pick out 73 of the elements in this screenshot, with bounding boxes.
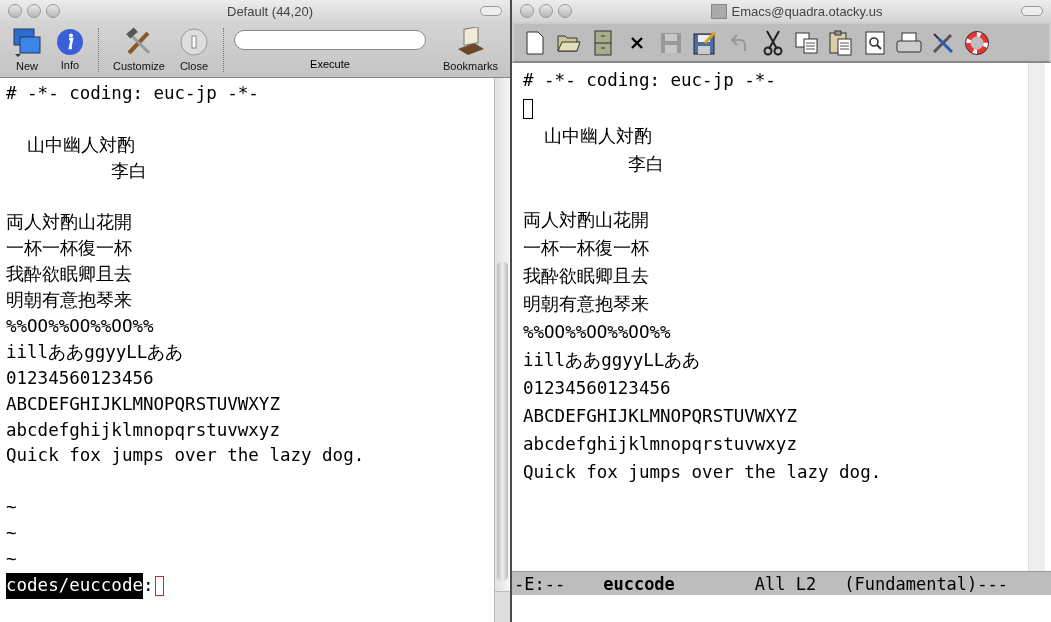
text-line: ABCDEFGHIJKLMNOPQRSTUVWXYZ (523, 405, 798, 428)
zoom-window-button[interactable] (46, 4, 60, 18)
scrollbar-thumb[interactable] (497, 261, 508, 581)
wrench-screwdriver-icon (931, 30, 955, 55)
prompt-path: codes/euccode (6, 572, 143, 599)
text-line: iillああggyyLLああ (6, 340, 185, 364)
text-line: 明朝有意抱琴来 (523, 293, 650, 316)
customize-button[interactable]: Customize (109, 27, 169, 72)
minimize-window-button[interactable] (539, 4, 553, 18)
window-title: Default (44,20) (226, 3, 314, 19)
close-window-button[interactable] (8, 4, 22, 18)
text-line: 一杯一杯復一杯 (6, 237, 133, 261)
empty-line-marker: ~ (6, 497, 17, 518)
minimize-window-button[interactable] (27, 4, 41, 18)
undo-icon (731, 32, 747, 53)
info-icon (56, 28, 84, 56)
text-line: 我酔欲眠卿且去 (6, 263, 133, 287)
execute-field[interactable] (233, 29, 426, 50)
text-line: # -*- coding: euc-jp -*- (6, 82, 260, 105)
toolbar-toggle-button[interactable] (480, 6, 502, 16)
folder-icon (557, 32, 581, 53)
mode-line-status: -E:-- (514, 573, 566, 594)
text-line: Quick fox jumps over the lazy dog. (523, 461, 883, 484)
buffer-position: All L2 (754, 573, 817, 594)
text-line: 山中幽人対酌 (543, 125, 654, 148)
text-line: 我酔欲眠卿且去 (523, 265, 650, 288)
empty-line-marker: ~ (6, 549, 17, 570)
empty-line-marker: ~ (6, 523, 17, 544)
close-window-button[interactable] (520, 4, 534, 18)
blank-page-icon (525, 30, 545, 55)
copy-icon (795, 31, 819, 54)
cabinet-icon (594, 29, 612, 56)
new-button[interactable]: New (8, 27, 46, 72)
windows-icon (12, 27, 42, 57)
text-cursor (154, 575, 164, 596)
info-button[interactable]: Info (52, 28, 88, 71)
text-line: 一杯一杯復一杯 (523, 237, 650, 260)
scissors-icon (763, 29, 783, 56)
text-line: iillああggyyLLああ (523, 349, 702, 372)
text-line: # -*- coding: euc-jp -*- (523, 69, 777, 92)
buffer-name: euccode (603, 573, 675, 594)
text-line: ABCDEFGHIJKLMNOPQRSTUVWXYZ (6, 392, 281, 416)
magnifier-page-icon (865, 30, 885, 55)
text-line: 01234560123456 (6, 366, 155, 390)
text-line: %%OO%%OO%%OO%% (6, 315, 155, 338)
switch-icon (178, 27, 209, 57)
scrollbar[interactable] (494, 78, 510, 622)
text-line: abcdefghijklmnopqrstuvwxyz (6, 418, 281, 442)
prompt-colon: : (142, 573, 154, 597)
text-line: 李白 (627, 153, 666, 176)
clipboard-icon (829, 29, 853, 56)
text-line: 山中幽人対酌 (26, 133, 137, 157)
bookmarks-button[interactable]: Bookmarks (438, 27, 502, 72)
text-cursor (523, 99, 533, 119)
close-button[interactable]: Close (174, 27, 213, 72)
toolbar-toggle-button[interactable] (1021, 6, 1043, 16)
text-line: Quick fox jumps over the lazy dog. (6, 444, 366, 468)
text-line: 明朝有意抱琴来 (6, 289, 133, 313)
window-title: Emacs@quadra.otacky.us (731, 3, 883, 19)
lifebuoy-icon (965, 30, 989, 55)
major-mode: (Fundamental)--- (844, 573, 1009, 594)
printer-icon (896, 31, 922, 54)
scrollbar[interactable] (1028, 63, 1045, 571)
text-line: 両人対酌山花開 (523, 209, 650, 232)
text-line: 01234560123456 (523, 377, 672, 400)
text-line: 李白 (110, 159, 149, 183)
toolbar-label: Execute (310, 57, 350, 70)
text-line: abcdefghijklmnopqrstuvwxyz (523, 433, 798, 456)
text-line: 両人対酌山花開 (6, 211, 133, 235)
floppy-pencil-icon (693, 30, 717, 55)
text-line: %%OO%%OO%%OO%% (523, 321, 672, 344)
close-icon (631, 36, 643, 49)
zoom-window-button[interactable] (558, 4, 572, 18)
